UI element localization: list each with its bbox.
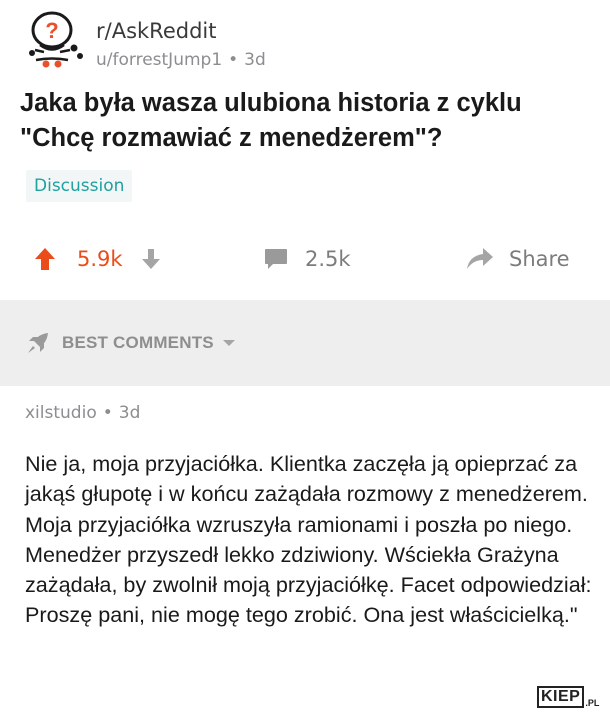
post-meta: u/forrestJump1 • 3d — [96, 50, 266, 70]
comment-count: 2.5k — [305, 247, 351, 271]
post-header: ? r/AskReddit u/forrestJump1 • 3d — [22, 10, 592, 72]
sort-label: BEST COMMENTS — [62, 333, 214, 352]
share-button[interactable]: Share — [466, 238, 570, 280]
comment-sort-bar: BEST COMMENTS — [0, 300, 610, 386]
rocket-icon — [26, 331, 50, 355]
askreddit-snoo-icon[interactable]: ? — [22, 10, 86, 70]
comment-meta: xilstudio • 3d — [25, 403, 140, 423]
comment-age: 3d — [118, 403, 141, 423]
vote-group: 5.9k — [34, 238, 161, 280]
subreddit-name[interactable]: r/AskReddit — [96, 19, 216, 43]
arrow-down-icon[interactable] — [141, 248, 161, 270]
post-title[interactable]: Jaka była wasza ulubiona historia z cykl… — [20, 86, 600, 156]
post-author[interactable]: u/forrestJump1 — [96, 50, 222, 70]
post-flair[interactable]: Discussion — [26, 170, 133, 202]
share-label: Share — [509, 247, 570, 271]
sort-dropdown[interactable]: BEST COMMENTS — [26, 331, 236, 355]
kiep-watermark-logo: KIEP .PL — [537, 686, 599, 708]
comment-author[interactable]: xilstudio — [25, 403, 97, 423]
svg-text:?: ? — [45, 18, 58, 43]
arrow-up-icon[interactable] — [34, 247, 56, 271]
comment-body: Nie ja, moja przyjaciółka. Klientka zacz… — [25, 451, 592, 628]
watermark-tld: .PL — [585, 698, 600, 708]
speech-bubble-icon — [264, 248, 288, 270]
separator-dot: • — [228, 50, 239, 70]
share-arrow-icon — [466, 247, 494, 271]
post-age: 3d — [244, 50, 266, 70]
watermark-main: KIEP — [537, 686, 585, 708]
comments-button[interactable]: 2.5k — [264, 238, 351, 280]
post-action-bar: 5.9k 2.5k Share — [0, 238, 610, 280]
caret-down-icon — [222, 338, 236, 348]
separator-dot: • — [102, 403, 113, 423]
post-score: 5.9k — [77, 247, 123, 271]
